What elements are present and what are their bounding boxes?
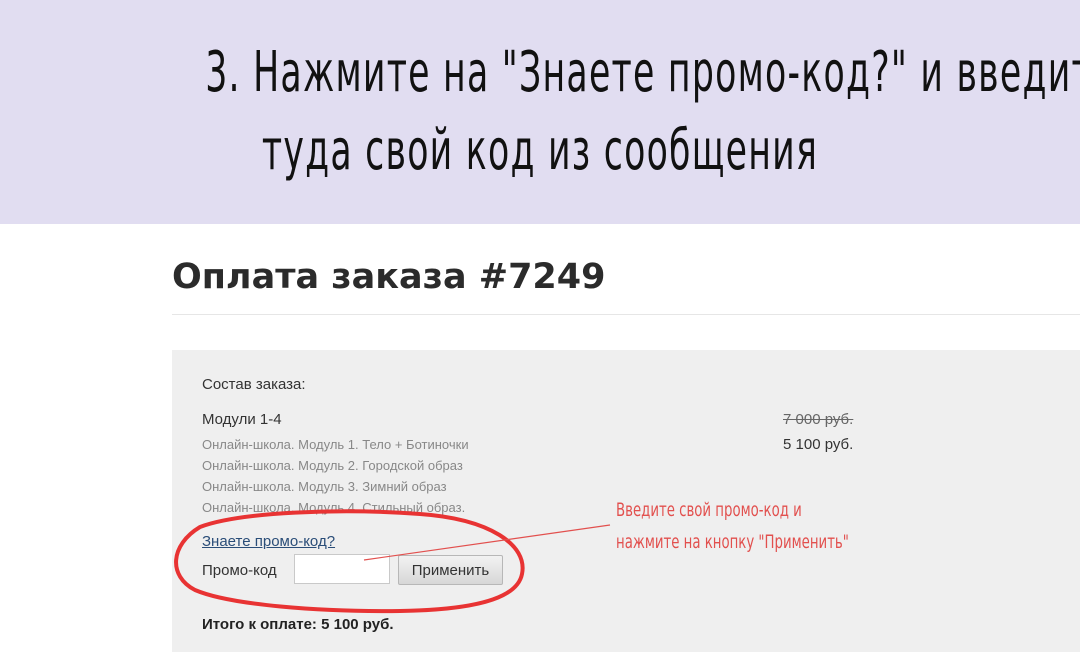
old-price: 7 000 руб.: [783, 411, 854, 428]
module-item: Онлайн-школа. Модуль 4. Стильный образ.: [202, 500, 466, 515]
order-total: Итого к оплате: 5 100 руб.: [202, 616, 394, 633]
instruction-line-2: туда свой код из сообщения: [261, 118, 819, 183]
instruction-line-1: 3. Нажмите на "Знаете промо-код?" и введ…: [205, 40, 1080, 105]
title-divider: [172, 314, 1080, 315]
annotation-line-1: Введите свой промо-код и: [616, 499, 802, 521]
instruction-text: 3. Нажмите на "Знаете промо-код?" и введ…: [205, 34, 1080, 190]
promo-code-label: Промо-код: [202, 562, 277, 579]
module-item: Онлайн-школа. Модуль 3. Зимний образ: [202, 479, 447, 494]
product-name: Модули 1-4: [202, 411, 282, 428]
module-list: Онлайн-школа. Модуль 1. Тело + Ботиночки…: [202, 434, 469, 518]
annotation-line-2: нажмите на кнопку "Применить": [616, 531, 849, 553]
new-price: 5 100 руб.: [783, 436, 854, 453]
annotation-text: Введите свой промо-код и нажмите на кноп…: [616, 494, 849, 558]
order-composition-label: Состав заказа:: [202, 376, 306, 393]
promo-code-input[interactable]: [294, 554, 390, 584]
page-title: Оплата заказа #7249: [172, 257, 606, 297]
promo-code-link[interactable]: Знаете промо-код?: [202, 533, 335, 550]
module-item: Онлайн-школа. Модуль 2. Городской образ: [202, 458, 463, 473]
apply-button[interactable]: Применить: [398, 555, 503, 585]
instruction-banner: 3. Нажмите на "Знаете промо-код?" и введ…: [0, 0, 1080, 224]
module-item: Онлайн-школа. Модуль 1. Тело + Ботиночки: [202, 437, 469, 452]
